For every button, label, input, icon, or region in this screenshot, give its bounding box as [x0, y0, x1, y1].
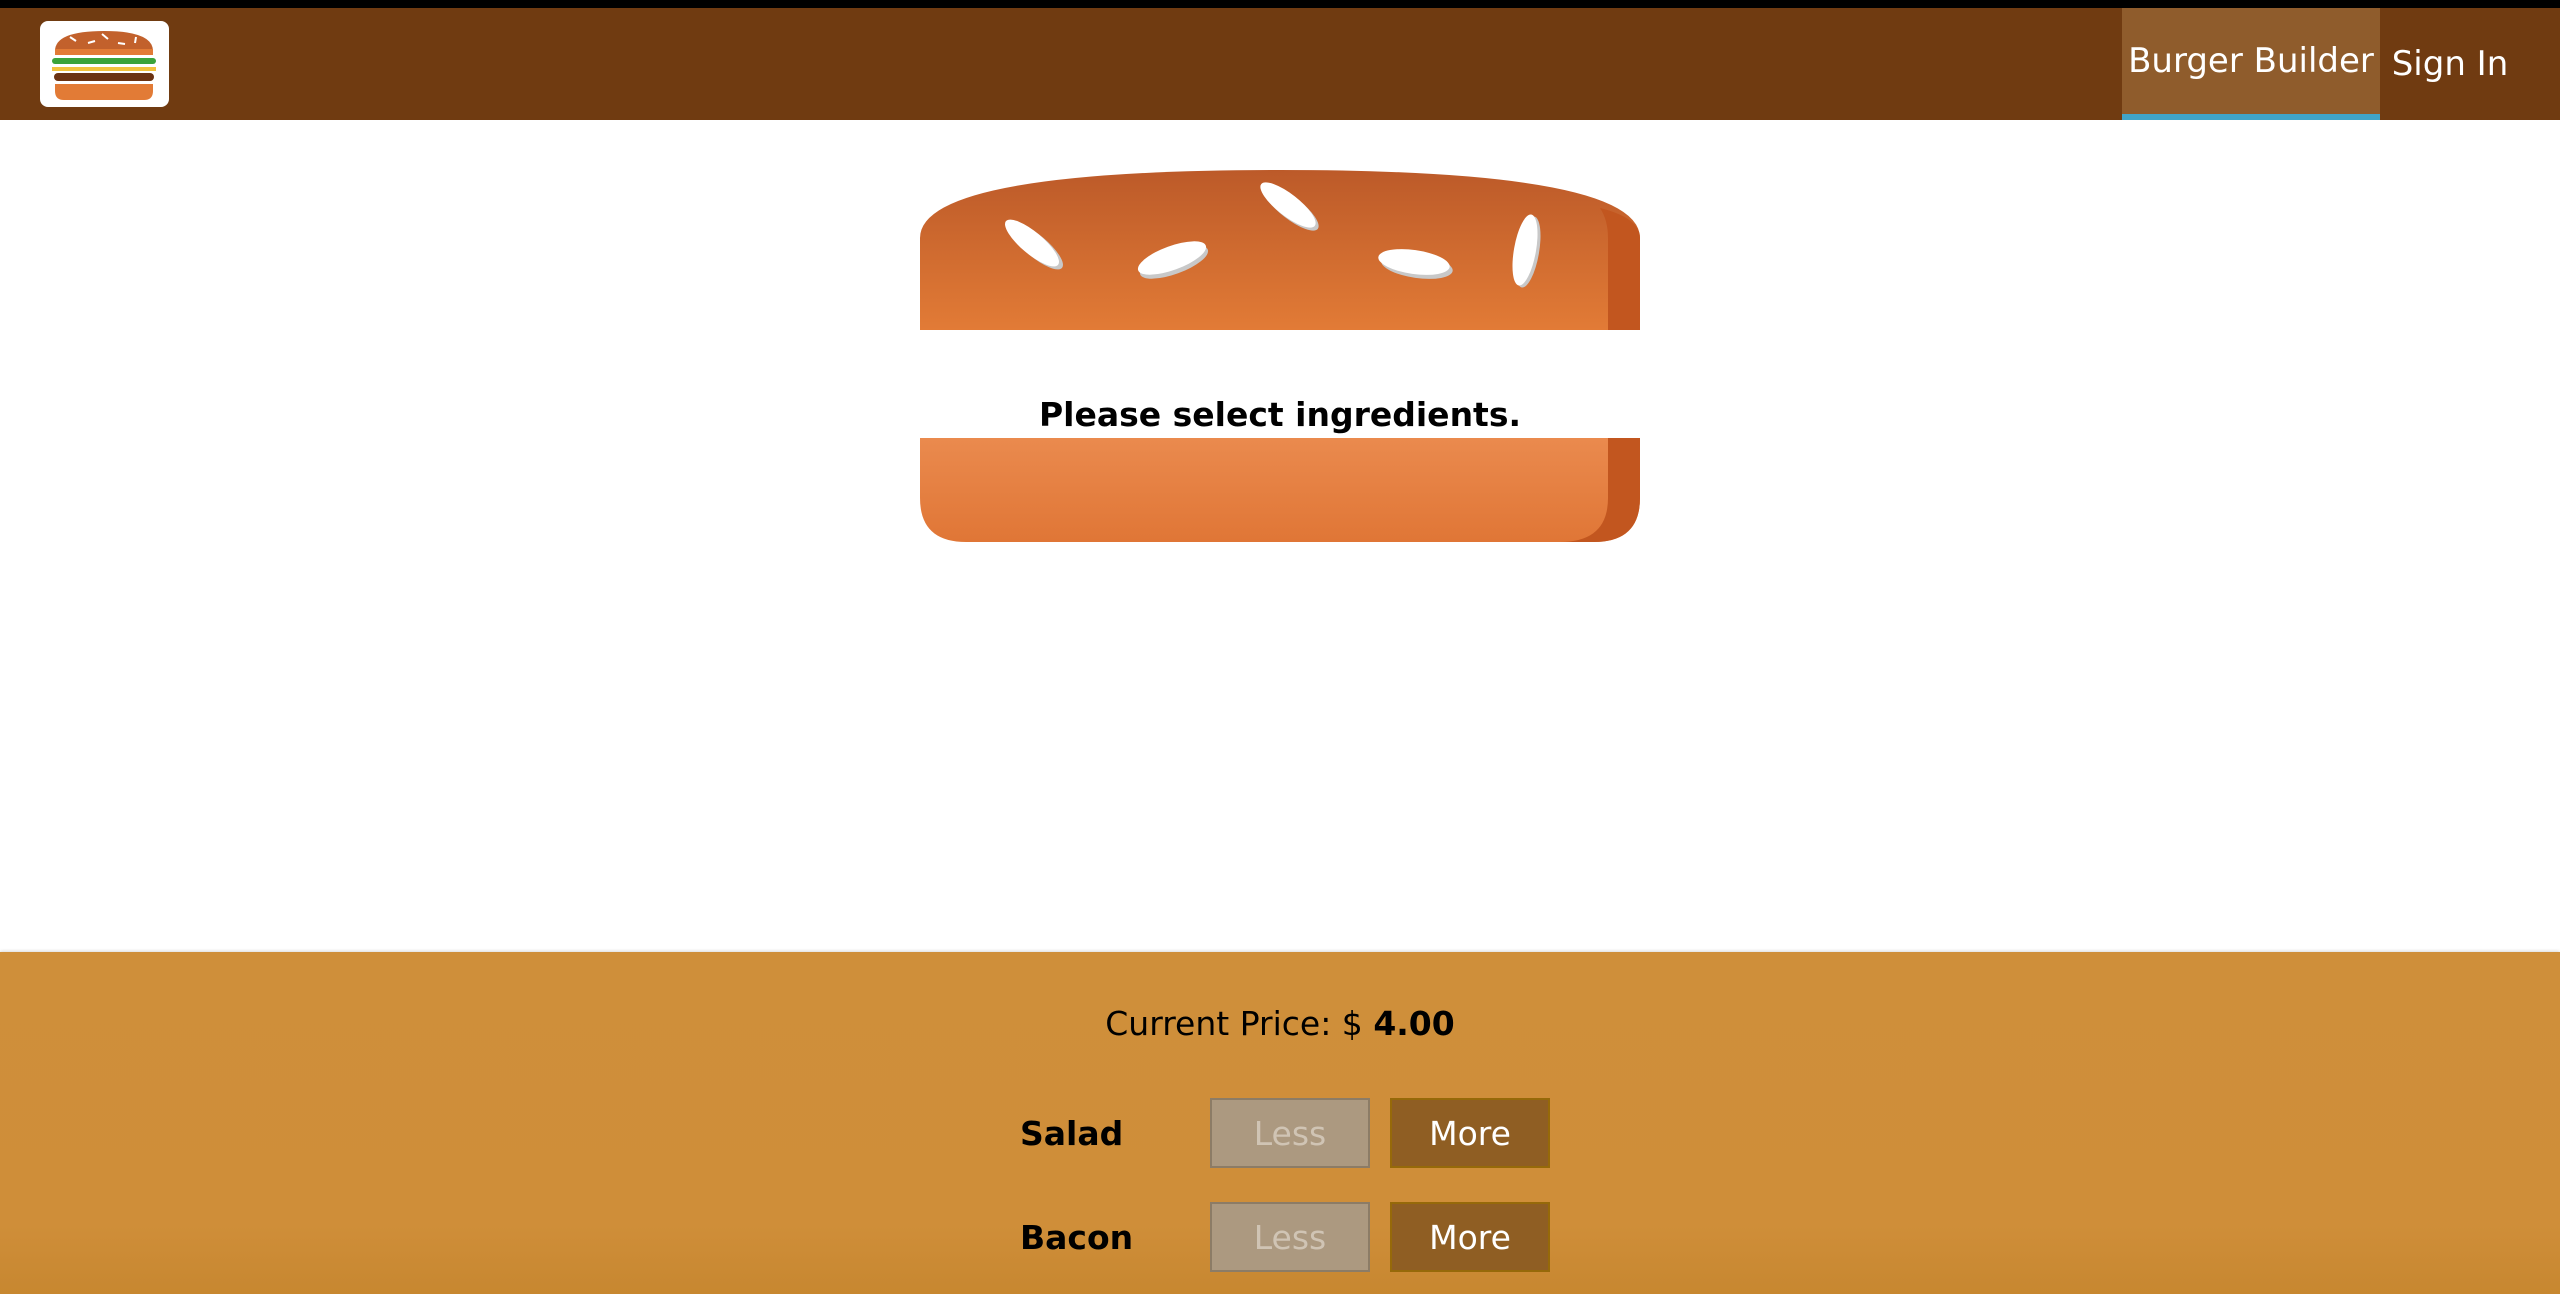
salad-less-button[interactable]: Less	[1210, 1098, 1370, 1168]
top-bun	[920, 170, 1640, 330]
nav-burger-builder-label: Burger Builder	[2128, 41, 2374, 81]
nav-sign-in[interactable]: Sign In	[2380, 8, 2520, 120]
empty-burger-message: Please select ingredients.	[1038, 394, 1522, 434]
nav-sign-in-label: Sign In	[2391, 44, 2509, 84]
burger-preview: Please select ingredients.	[920, 168, 1640, 544]
price-value: 4.00	[1373, 1004, 1455, 1043]
nav-burger-builder[interactable]: Burger Builder	[2122, 8, 2380, 120]
current-price: Current Price: $ 4.00	[0, 1004, 2560, 1043]
ingredient-label: Bacon	[1020, 1217, 1134, 1257]
price-label: Current Price: $	[1105, 1004, 1363, 1043]
ingredient-row-salad: Salad Less More	[0, 1098, 2560, 1168]
ingredient-label: Salad	[1020, 1113, 1124, 1153]
ingredient-row-bacon: Bacon Less More	[0, 1202, 2560, 1272]
bacon-less-button[interactable]: Less	[1210, 1202, 1370, 1272]
burger-logo-icon[interactable]	[40, 21, 169, 107]
bacon-more-button[interactable]: More	[1390, 1202, 1550, 1272]
build-controls: Current Price: $ 4.00 Salad Less More Ba…	[0, 952, 2560, 1294]
salad-more-button[interactable]: More	[1390, 1098, 1550, 1168]
toolbar: Burger Builder Sign In	[0, 0, 2560, 120]
